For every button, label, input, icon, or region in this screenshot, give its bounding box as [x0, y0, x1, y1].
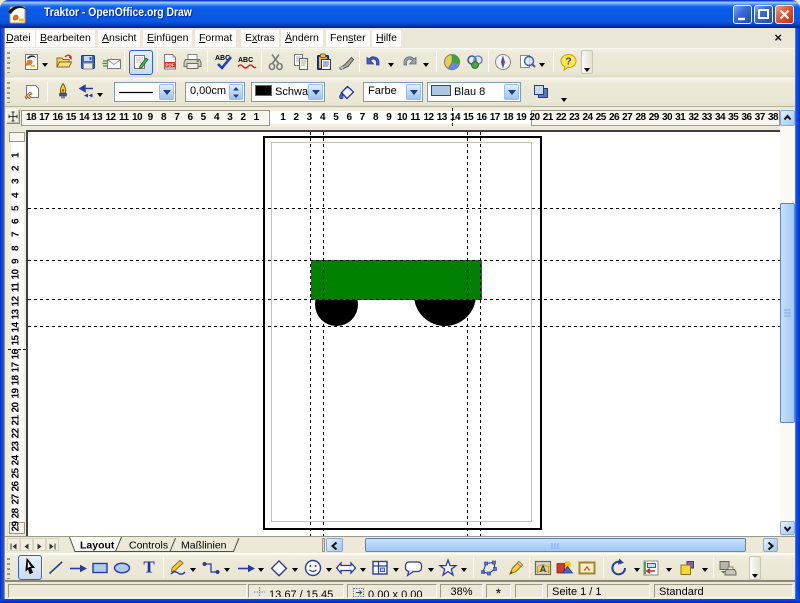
- svg-text:T: T: [143, 558, 155, 576]
- svg-text:A: A: [540, 564, 547, 574]
- svg-text:ABC: ABC: [238, 57, 253, 64]
- svg-text:?: ?: [565, 57, 571, 68]
- svg-text:Layout: Layout: [80, 540, 115, 552]
- svg-text:PDF: PDF: [165, 63, 174, 68]
- svg-text:Maßlinien: Maßlinien: [181, 540, 227, 552]
- svg-text:Controls: Controls: [129, 540, 168, 552]
